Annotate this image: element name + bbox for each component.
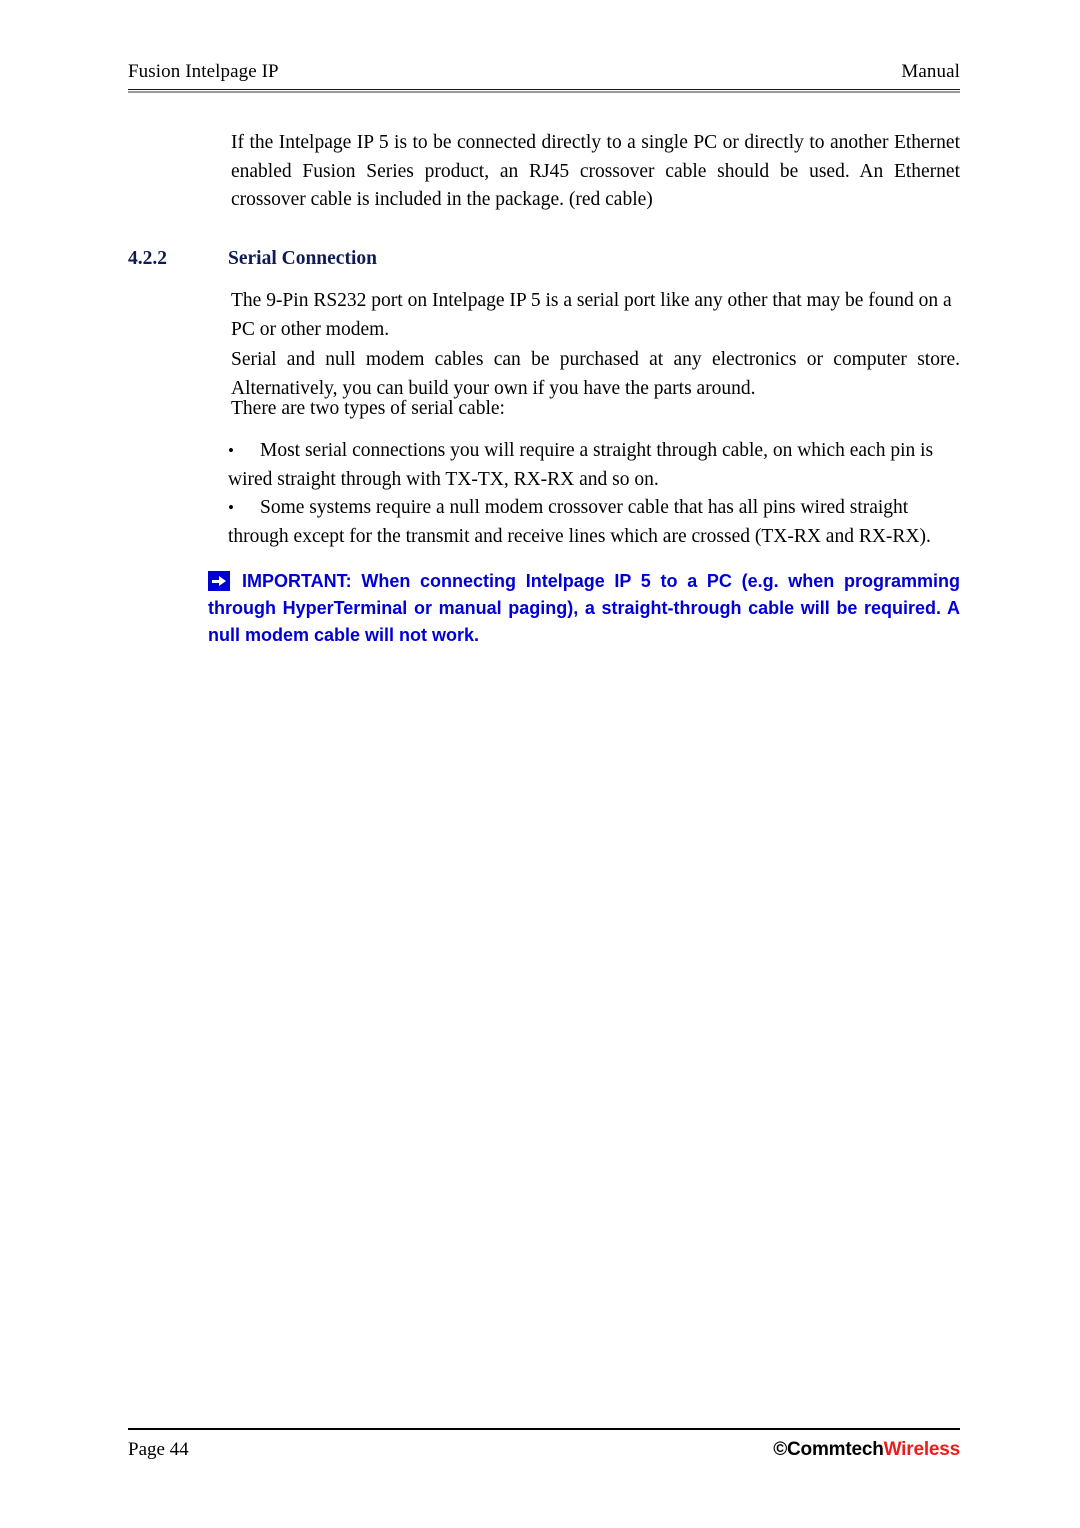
list-item: • Some systems require a null modem cros… <box>228 494 960 551</box>
header-divider <box>128 89 960 90</box>
brand-name-secondary: Wireless <box>883 1439 961 1460</box>
copyright-icon: © <box>773 1439 788 1460</box>
list-item: • Most serial connections you will requi… <box>228 437 960 494</box>
page-number: Page 44 <box>128 1439 189 1460</box>
section-heading: 4.2.2 Serial Connection <box>128 246 960 272</box>
bullet-marker: • <box>228 441 234 460</box>
header-document-title: Fusion Intelpage IP <box>128 61 279 82</box>
section-number: 4.2.2 <box>128 248 167 269</box>
header-document-type: Manual <box>901 61 960 82</box>
bullet-marker: • <box>228 498 234 517</box>
section-title: Serial Connection <box>228 248 377 269</box>
brand-logo: ©CommtechWireless <box>773 1438 960 1462</box>
paragraph-two-types: There are two types of serial cable: <box>231 398 505 419</box>
page-footer: Page 44 ©CommtechWireless <box>128 1438 960 1462</box>
brand-name-primary: Commtech <box>787 1439 884 1460</box>
important-callout-text: IMPORTANT: When connecting Intelpage IP … <box>208 571 960 645</box>
intro-paragraph: If the Intelpage IP 5 is to be connected… <box>231 132 960 211</box>
paragraph-rs232: The 9-Pin RS232 port on Intelpage IP 5 i… <box>231 290 952 340</box>
list-item-label: Most serial connections you will require… <box>228 440 934 490</box>
list-item-label: Some systems require a null modem crosso… <box>228 497 931 547</box>
footer-divider <box>128 1428 960 1430</box>
document-page: Fusion Intelpage IP Manual If the Intelp… <box>0 0 1080 1528</box>
header-divider-shadow <box>128 91 960 93</box>
important-callout: IMPORTANT: When connecting Intelpage IP … <box>208 568 960 649</box>
right-arrow-icon <box>208 571 230 591</box>
page-header: Fusion Intelpage IP Manual <box>128 60 960 84</box>
